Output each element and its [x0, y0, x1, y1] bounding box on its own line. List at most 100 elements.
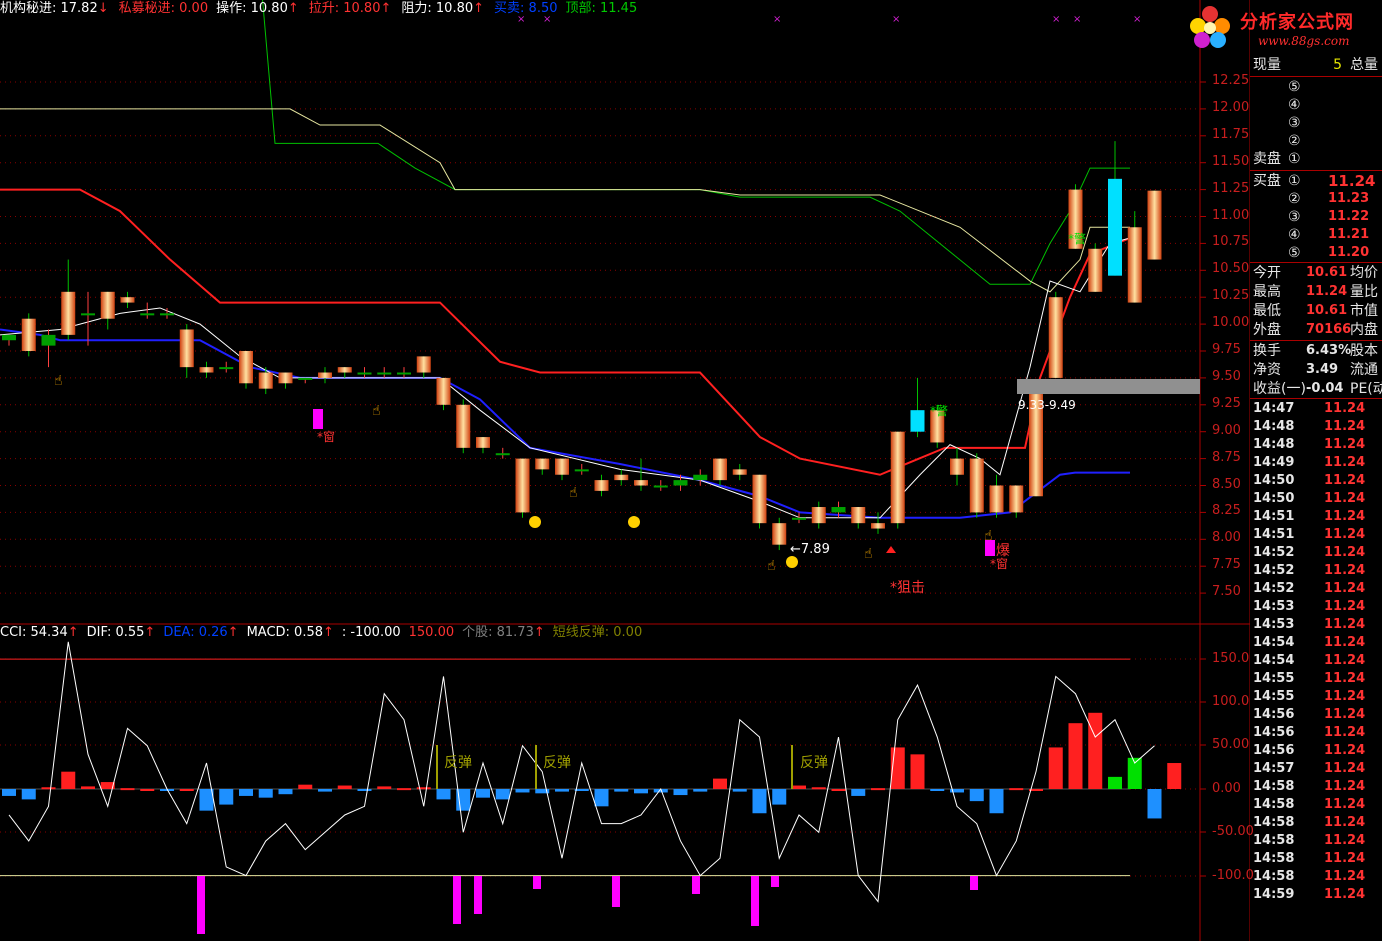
tick-trade-row[interactable]: 14:52 11.24 [1250, 544, 1382, 562]
tick-trade-row[interactable]: 14:58 11.24 [1250, 832, 1382, 850]
candle-body [456, 404, 471, 448]
candle-body [811, 507, 826, 524]
sell-level-number: ④ [1288, 97, 1301, 113]
trend-arrow-icon: ↑ [323, 625, 334, 640]
rebound-signal-3: 反弹 [800, 755, 828, 771]
tick-trade-row[interactable]: 14:51 11.24 [1250, 508, 1382, 526]
macd-bar [752, 789, 767, 814]
chart-canvas[interactable]: × × × × × × ×☝☝☝☝☝☝ [0, 0, 1250, 941]
buy-arrow-icon [886, 546, 896, 553]
quote-row: ⑤ 11.20 [1250, 244, 1382, 262]
trade-time: 14:56 [1253, 707, 1295, 722]
trade-price: 11.24 [1324, 725, 1366, 740]
macd-bar [910, 754, 925, 789]
macd-bar [436, 789, 451, 800]
macd-bar [871, 788, 885, 791]
price-tick-label: 9.50 [1212, 368, 1241, 384]
tick-trade-row[interactable]: 14:56 11.24 [1250, 706, 1382, 724]
sell-level-number: ⑤ [1288, 79, 1301, 95]
trend-arrow-icon: ↑ [380, 1, 392, 16]
tick-trade-row[interactable]: 14:58 11.24 [1250, 796, 1382, 814]
tick-trade-row[interactable]: 14:47 11.24 [1250, 400, 1382, 418]
tick-trade-row[interactable]: 14:48 11.24 [1250, 436, 1382, 454]
macd-bar [239, 789, 253, 796]
trade-price: 11.24 [1324, 401, 1366, 416]
trade-price: 11.24 [1324, 887, 1366, 902]
stat-value: 3.49 [1306, 362, 1339, 377]
candle-body [732, 469, 747, 475]
price-tick-label: 10.75 [1212, 234, 1250, 250]
window-signal-1: *窗 [317, 430, 336, 444]
top-cross-marker: × [1133, 14, 1141, 25]
trade-price: 11.24 [1324, 545, 1366, 560]
trade-time: 14:59 [1253, 887, 1295, 902]
top-legend-item: 顶部: 11.45 [565, 1, 638, 16]
tick-trade-row[interactable]: 14:48 11.24 [1250, 418, 1382, 436]
tick-trade-row[interactable]: 14:52 11.24 [1250, 562, 1382, 580]
tick-trade-row[interactable]: 14:57 11.24 [1250, 760, 1382, 778]
logo-url: www.88gs.com [1258, 34, 1350, 48]
macd-bar [416, 787, 431, 790]
low-price-label: ←7.89 [790, 542, 830, 557]
macd-bar [594, 789, 609, 807]
quote-row: 外盘 70166 内盘 [1250, 321, 1382, 339]
macd-bar [989, 789, 1004, 814]
tick-trade-row[interactable]: 14:56 11.24 [1250, 724, 1382, 742]
warn-signal-1: *警 [930, 404, 949, 418]
trade-price: 11.24 [1324, 869, 1366, 884]
macd-bar [634, 789, 648, 794]
buy-level-number: ② [1288, 191, 1301, 207]
price-tick-label: 11.25 [1212, 180, 1250, 196]
tick-trade-row[interactable]: 14:50 11.24 [1250, 472, 1382, 490]
oversold-bar [692, 876, 700, 894]
tick-trade-row[interactable]: 14:54 11.24 [1250, 634, 1382, 652]
macd-bar [831, 789, 846, 791]
candle-body [100, 291, 115, 319]
trade-time: 14:55 [1253, 689, 1295, 704]
kline-chart-area[interactable]: × × × × × × × ☝ ☝ ☝ ☝ ☝ ☝ 机构秘进: 17.82↓ 私募秘进: 0.00 操作: … [0, 0, 1254, 941]
tick-trade-row[interactable]: 14:58 11.24 [1250, 868, 1382, 886]
candle-body [890, 431, 905, 524]
trend-arrow-icon: ↑ [473, 1, 485, 16]
macd-bar [337, 785, 352, 789]
tick-trade-row[interactable]: 14:54 11.24 [1250, 652, 1382, 670]
candle-body [318, 372, 332, 378]
tick-trade-row[interactable]: 14:55 11.24 [1250, 670, 1382, 688]
quote-row: 换手 6.43% 股本 [1250, 342, 1382, 360]
resistance-line [0, 108, 1130, 293]
money-bag-icon [628, 516, 640, 528]
candle-body [574, 469, 589, 472]
quote-row: ② [1250, 132, 1382, 150]
candle-body [910, 410, 925, 432]
trade-time: 14:55 [1253, 671, 1295, 686]
tick-trade-row[interactable]: 14:51 11.24 [1250, 526, 1382, 544]
tick-trade-row[interactable]: 14:58 11.24 [1250, 778, 1382, 796]
tick-trade-row[interactable]: 14:55 11.24 [1250, 688, 1382, 706]
price-tick-label: 7.75 [1212, 557, 1241, 573]
trade-time: 14:58 [1253, 851, 1295, 866]
tick-trade-row[interactable]: 14:53 11.24 [1250, 598, 1382, 616]
trade-price: 11.24 [1324, 833, 1366, 848]
tick-trade-row[interactable]: 14:50 11.24 [1250, 490, 1382, 508]
macd-bar [258, 789, 273, 798]
candle-body [831, 507, 846, 513]
volume-label: 现量 [1253, 57, 1281, 73]
macd-bar [81, 786, 95, 789]
top-legend-item: 私募秘进: 0.00 [118, 1, 209, 16]
candle-body [1108, 178, 1122, 276]
tick-trade-row[interactable]: 14:53 11.24 [1250, 616, 1382, 634]
sub-legend-item: CCI: 54.34↑ [0, 625, 79, 640]
sub-legend-item: DIF: 0.55↑ [86, 625, 156, 640]
tick-trade-row[interactable]: 14:58 11.24 [1250, 814, 1382, 832]
buy-level-number: ① [1288, 173, 1301, 189]
tick-trade-row[interactable]: 14:52 11.24 [1250, 580, 1382, 598]
tick-trade-row[interactable]: 14:56 11.24 [1250, 742, 1382, 760]
trade-price: 11.24 [1324, 599, 1366, 614]
tick-trade-row[interactable]: 14:59 11.24 [1250, 886, 1382, 904]
tick-trade-row[interactable]: 14:58 11.24 [1250, 850, 1382, 868]
logo-title: 分析家公式网 [1240, 12, 1354, 33]
candle-body [1147, 190, 1162, 260]
trade-time: 14:53 [1253, 617, 1295, 632]
tick-trade-row[interactable]: 14:49 11.24 [1250, 454, 1382, 472]
trade-price: 11.24 [1324, 653, 1366, 668]
